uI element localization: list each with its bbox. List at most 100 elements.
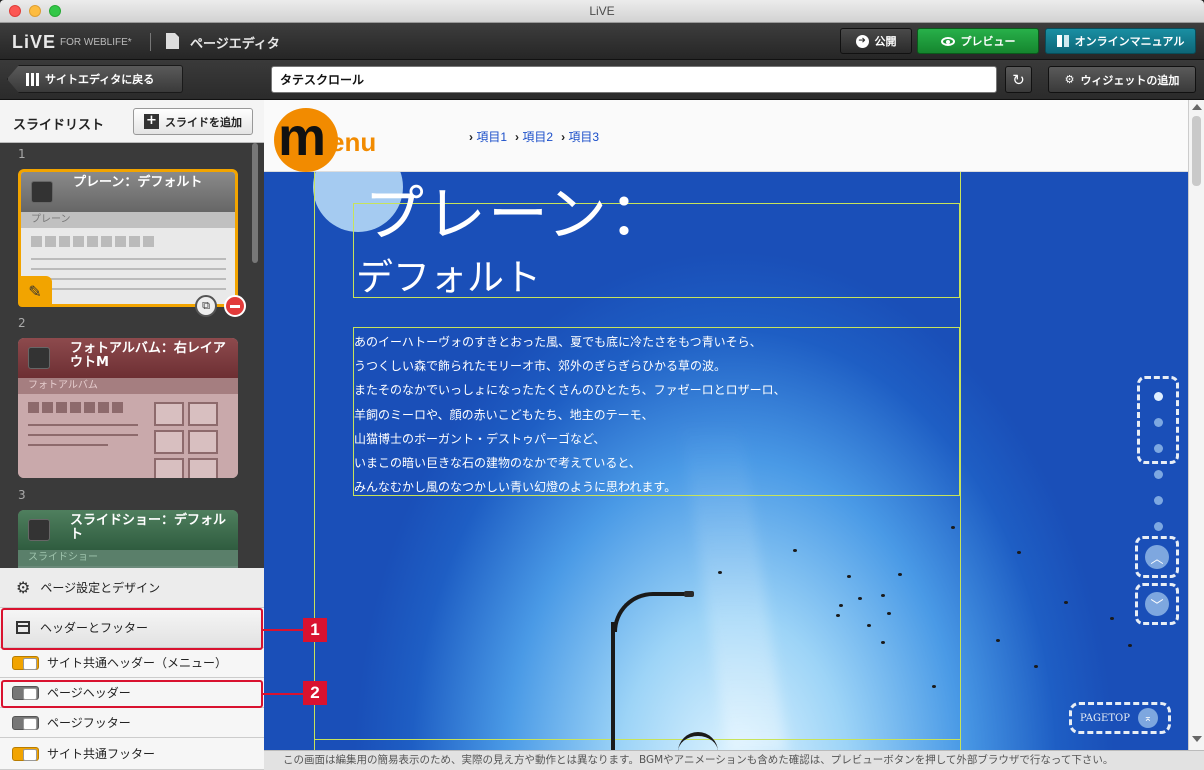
add-slide-button[interactable]: + スライドを追加 bbox=[133, 108, 253, 135]
bird bbox=[847, 575, 851, 578]
slide-dot[interactable] bbox=[1154, 444, 1163, 453]
callout-number-2: 2 bbox=[303, 681, 327, 705]
bird bbox=[718, 571, 722, 574]
bird bbox=[793, 549, 797, 552]
scroll-thumb[interactable] bbox=[1192, 116, 1201, 186]
divider bbox=[150, 33, 151, 51]
layout-guide bbox=[314, 172, 315, 750]
scroll-up-icon[interactable] bbox=[1192, 104, 1202, 110]
back-label: サイトエディタに戻る bbox=[45, 73, 155, 86]
page-settings-button[interactable]: ⚙ ページ設定とデザイン bbox=[0, 568, 264, 608]
duplicate-slide-button[interactable]: ⧉ bbox=[195, 295, 217, 317]
slide-preview[interactable]: プレーン： デフォルト あのイーハトーヴォのすきとおった風、夏でも底に冷たさをも… bbox=[264, 172, 1188, 750]
publish-button[interactable]: ➜ 公開 bbox=[840, 28, 912, 54]
canvas-scrollbar[interactable] bbox=[1188, 100, 1204, 750]
document-icon bbox=[166, 33, 179, 49]
slide-card-3[interactable]: スライドショー：デフォルト スライドショー bbox=[18, 510, 238, 568]
nav-item-2[interactable]: 項目2 bbox=[515, 128, 553, 145]
body-line: みんなむかし風のなつかしい青い幻燈のように思われます。 bbox=[354, 480, 677, 495]
page-settings-label: ページ設定とデザイン bbox=[40, 581, 161, 595]
street-lamp bbox=[613, 592, 691, 632]
site-footer-toggle[interactable] bbox=[12, 746, 39, 761]
street-lamp-pole bbox=[611, 622, 615, 750]
plus-icon: + bbox=[144, 114, 159, 129]
menu-nav: 項目1 項目2 項目3 bbox=[469, 128, 599, 145]
previous-slide-button[interactable]: ︿ bbox=[1135, 536, 1179, 578]
body-line: うつくしい森で飾られたモリーオ市、郊外のぎらぎらひかる草の波。 bbox=[354, 359, 727, 374]
bird bbox=[898, 573, 902, 576]
slide-list-header: スライドリスト + スライドを追加 bbox=[0, 100, 264, 143]
menu-logo-m: m bbox=[278, 107, 327, 167]
toggle-label: サイト共通ヘッダー（メニュー） bbox=[47, 656, 228, 670]
online-manual-button[interactable]: オンラインマニュアル bbox=[1045, 28, 1196, 54]
slide-thumbnail bbox=[18, 394, 238, 478]
slide-card-2[interactable]: フォトアルバム：右レイアウトM フォトアルバム bbox=[18, 338, 238, 478]
toggle-row-site-footer[interactable]: サイト共通フッター bbox=[0, 738, 264, 770]
page-canvas[interactable]: m enu 項目1 項目2 項目3 プレーン： デフォルト あのイーハトーヴォの… bbox=[264, 100, 1204, 770]
bird bbox=[1034, 665, 1038, 668]
refresh-button[interactable]: ↻ bbox=[1005, 66, 1032, 93]
callout-line-1 bbox=[263, 629, 303, 631]
bird bbox=[951, 526, 955, 529]
slide-dot[interactable] bbox=[1154, 418, 1163, 427]
scroll-down-icon[interactable] bbox=[1192, 736, 1202, 742]
toggle-row-page-footer[interactable]: ページフッター bbox=[0, 708, 264, 738]
layout-guide bbox=[314, 739, 961, 740]
body-line: 羊飼のミーロや、顔の赤いこどもたち、地主のテーモ、 bbox=[354, 407, 654, 422]
toggle-row-site-header[interactable]: サイト共通ヘッダー（メニュー） bbox=[0, 648, 264, 678]
bird bbox=[836, 614, 840, 617]
publish-icon: ➜ bbox=[855, 34, 869, 48]
editor-notice: この画面は編集用の簡易表示のため、実際の見え方や動作とは異なります。BGMやアニ… bbox=[264, 750, 1204, 770]
slide-list-title: スライドリスト bbox=[13, 118, 105, 133]
delete-slide-button[interactable] bbox=[224, 295, 246, 317]
bird bbox=[932, 685, 936, 688]
bird bbox=[1064, 601, 1068, 604]
app-logo-sub: FOR WEBLIFE* bbox=[60, 37, 132, 48]
body-line: あのイーハトーヴォのすきとおった風、夏でも底に冷たさをもつ青いそら、 bbox=[354, 335, 762, 349]
add-widget-label: ウィジェットの追加 bbox=[1080, 73, 1180, 87]
next-slide-button[interactable]: ﹀ bbox=[1135, 583, 1179, 625]
slide-dot[interactable] bbox=[1154, 496, 1163, 505]
bird bbox=[996, 639, 1000, 642]
site-header-toggle[interactable] bbox=[12, 655, 39, 670]
text-slide-icon bbox=[31, 181, 53, 203]
bird bbox=[881, 641, 885, 644]
slide-list[interactable]: 1 プレーン：デフォルト プレーン ✎ ⧉ 2 フォトアルバム：右レイアウトM bbox=[0, 143, 264, 568]
callout-line-2 bbox=[263, 693, 303, 695]
bird bbox=[1128, 644, 1132, 647]
chevron-up-icon: ︿ bbox=[1145, 545, 1169, 569]
preview-button[interactable]: プレビュー bbox=[917, 28, 1039, 54]
image-icon bbox=[28, 519, 50, 541]
slide-list-scrollbar[interactable] bbox=[252, 143, 258, 263]
slide-title-line-2: デフォルト bbox=[356, 256, 541, 299]
section-title: ページエディタ bbox=[190, 37, 280, 52]
nav-item-1[interactable]: 項目1 bbox=[469, 128, 507, 145]
back-to-site-editor-button[interactable]: サイトエディタに戻る bbox=[7, 65, 183, 93]
slide-number: 1 bbox=[18, 147, 26, 161]
bird bbox=[867, 624, 871, 627]
page-title-input[interactable] bbox=[271, 66, 997, 93]
add-widget-button[interactable]: ⚙ ウィジェットの追加 bbox=[1048, 66, 1196, 93]
duplicate-icon: ⧉ bbox=[202, 299, 210, 312]
body-line: 山猫博士のボーガント・デストゥパーゴなど、 bbox=[354, 431, 606, 446]
slide-dot[interactable] bbox=[1154, 522, 1163, 531]
page-footer-toggle[interactable] bbox=[12, 715, 39, 730]
slide-title: プレーン：デフォルト bbox=[21, 172, 235, 212]
slide-dot-active[interactable] bbox=[1154, 392, 1163, 401]
chevron-down-icon: ﹀ bbox=[1145, 592, 1169, 616]
slide-dot[interactable] bbox=[1154, 470, 1163, 479]
gear-icon: ⚙ bbox=[16, 578, 31, 597]
bird bbox=[1017, 551, 1021, 554]
pagetop-button[interactable]: PAGETOP ⌅ bbox=[1069, 702, 1171, 734]
bird bbox=[881, 594, 885, 597]
slide-body-text: あのイーハトーヴォのすきとおった風、夏でも底に冷たさをもつ青いそら、 うつくしい… bbox=[354, 330, 954, 499]
pencil-icon[interactable]: ✎ bbox=[18, 276, 52, 307]
callout-number-1: 1 bbox=[303, 618, 327, 642]
toggle-label: サイト共通フッター bbox=[47, 747, 156, 761]
layout-guide bbox=[960, 172, 961, 750]
slide-thumbnail bbox=[21, 228, 235, 304]
slide-title: スライドショー：デフォルト bbox=[18, 510, 238, 550]
columns-icon bbox=[26, 72, 39, 86]
nav-item-3[interactable]: 項目3 bbox=[561, 128, 599, 145]
street-lamp-head bbox=[684, 591, 694, 597]
